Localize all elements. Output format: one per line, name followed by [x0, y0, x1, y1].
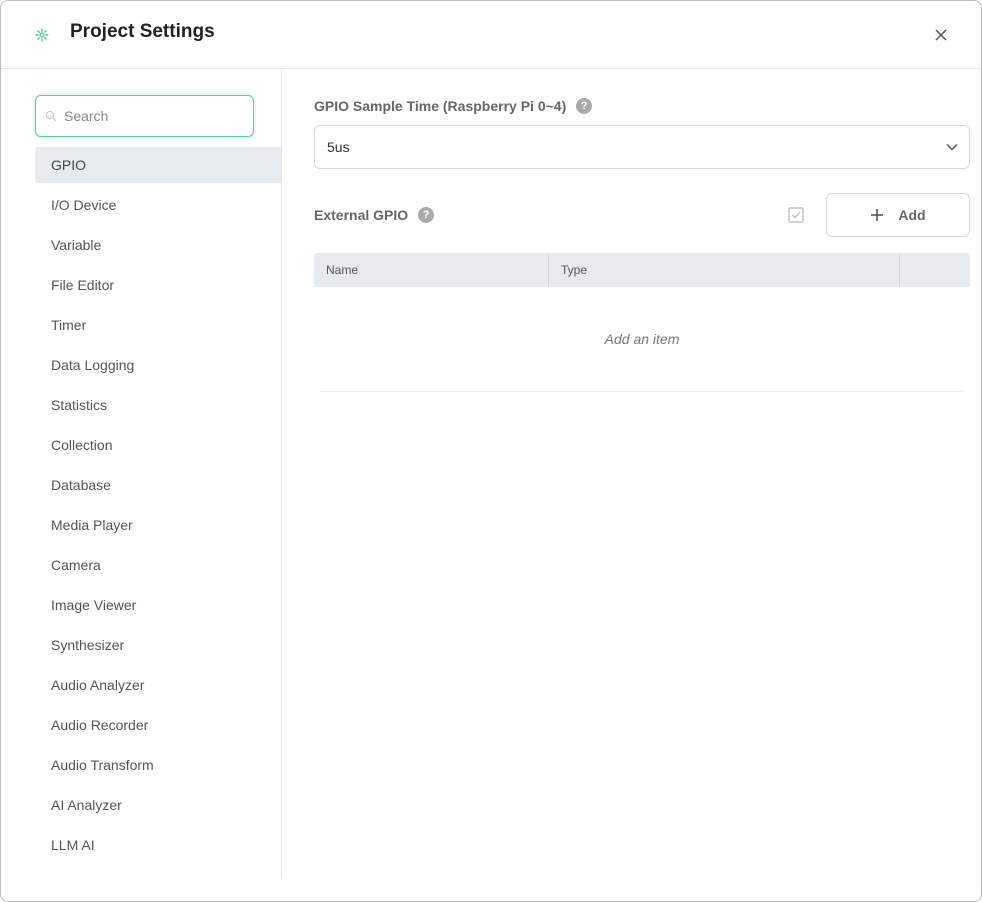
gear-icon — [35, 28, 49, 42]
sidebar-item-audio-transform[interactable]: Audio Transform — [35, 747, 281, 783]
sidebar-item-label: Synthesizer — [51, 637, 125, 653]
plus-icon — [871, 209, 884, 221]
sample-time-select[interactable]: 5us — [314, 125, 970, 169]
external-gpio-label-row: External GPIO ? — [314, 205, 435, 225]
dialog-header: Project Settings — [1, 1, 981, 69]
sidebar-item-variable[interactable]: Variable — [35, 227, 281, 263]
dialog-title: Project Settings — [70, 21, 215, 42]
sidebar-item-label: Audio Recorder — [51, 717, 149, 733]
add-button[interactable]: Add — [826, 193, 970, 237]
sidebar-nav: GPIO I/O Device Variable File Editor Tim… — [35, 147, 281, 867]
sidebar-item-camera[interactable]: Camera — [35, 547, 281, 583]
sidebar-item-timer[interactable]: Timer — [35, 307, 281, 343]
sidebar-item-collection[interactable]: Collection — [35, 427, 281, 463]
sidebar-item-label: GPIO — [51, 157, 87, 173]
external-gpio-label: External GPIO — [314, 207, 409, 223]
sidebar-item-file-editor[interactable]: File Editor — [35, 267, 281, 303]
sidebar-item-database[interactable]: Database — [35, 467, 281, 503]
settings-sidebar: GPIO I/O Device Variable File Editor Tim… — [1, 69, 282, 879]
sidebar-item-ai-analyzer[interactable]: AI Analyzer — [35, 787, 281, 823]
project-settings-dialog: Project Settings GPIO I/O Device Variabl… — [0, 0, 982, 902]
sidebar-item-gpio[interactable]: GPIO — [35, 147, 281, 183]
chevron-down-icon — [946, 143, 958, 151]
sidebar-item-label: Media Player — [51, 517, 133, 533]
sidebar-item-label: Statistics — [51, 397, 108, 413]
select-all-checkbox-icon[interactable] — [786, 205, 806, 225]
sample-time-value: 5us — [327, 139, 350, 155]
sidebar-item-label: Image Viewer — [51, 597, 137, 613]
search-box[interactable] — [35, 95, 254, 137]
sidebar-item-io-device[interactable]: I/O Device — [35, 187, 281, 223]
search-icon — [45, 110, 57, 122]
sidebar-item-data-logging[interactable]: Data Logging — [35, 347, 281, 383]
column-header-type[interactable]: Type — [549, 253, 900, 287]
empty-table-message: Add an item — [604, 331, 680, 347]
sidebar-item-label: File Editor — [51, 277, 115, 293]
help-icon[interactable]: ? — [418, 207, 435, 223]
sidebar-item-llm-ai[interactable]: LLM AI — [35, 827, 281, 863]
sidebar-item-label: Data Logging — [51, 357, 135, 373]
sidebar-item-media-player[interactable]: Media Player — [35, 507, 281, 543]
sidebar-item-label: I/O Device — [51, 197, 117, 213]
sidebar-item-label: Database — [51, 477, 111, 493]
sidebar-item-label: AI Analyzer — [51, 797, 122, 813]
sidebar-item-audio-recorder[interactable]: Audio Recorder — [35, 707, 281, 743]
sidebar-item-statistics[interactable]: Statistics — [35, 387, 281, 423]
sidebar-item-label: Audio Analyzer — [51, 677, 145, 693]
sidebar-item-image-viewer[interactable]: Image Viewer — [35, 587, 281, 623]
sample-time-label: GPIO Sample Time (Raspberry Pi 0~4) — [314, 98, 567, 114]
sidebar-item-synthesizer[interactable]: Synthesizer — [35, 627, 281, 663]
sidebar-item-label: Variable — [51, 237, 102, 253]
sample-time-label-row: GPIO Sample Time (Raspberry Pi 0~4) ? — [314, 96, 593, 116]
sidebar-item-label: LLM AI — [51, 837, 95, 853]
search-input[interactable] — [64, 96, 244, 136]
table-divider — [320, 391, 964, 392]
sidebar-item-label: Collection — [51, 437, 113, 453]
sidebar-item-label: Camera — [51, 557, 101, 573]
sidebar-item-audio-analyzer[interactable]: Audio Analyzer — [35, 667, 281, 703]
column-header-actions — [900, 253, 970, 287]
sidebar-item-label: Audio Transform — [51, 757, 154, 773]
gpio-table-header: Name Type — [314, 253, 970, 287]
sidebar-item-label: Timer — [51, 317, 87, 333]
close-icon[interactable] — [931, 25, 951, 45]
add-button-label: Add — [898, 207, 926, 223]
help-icon[interactable]: ? — [576, 98, 593, 114]
column-header-name[interactable]: Name — [314, 253, 549, 287]
